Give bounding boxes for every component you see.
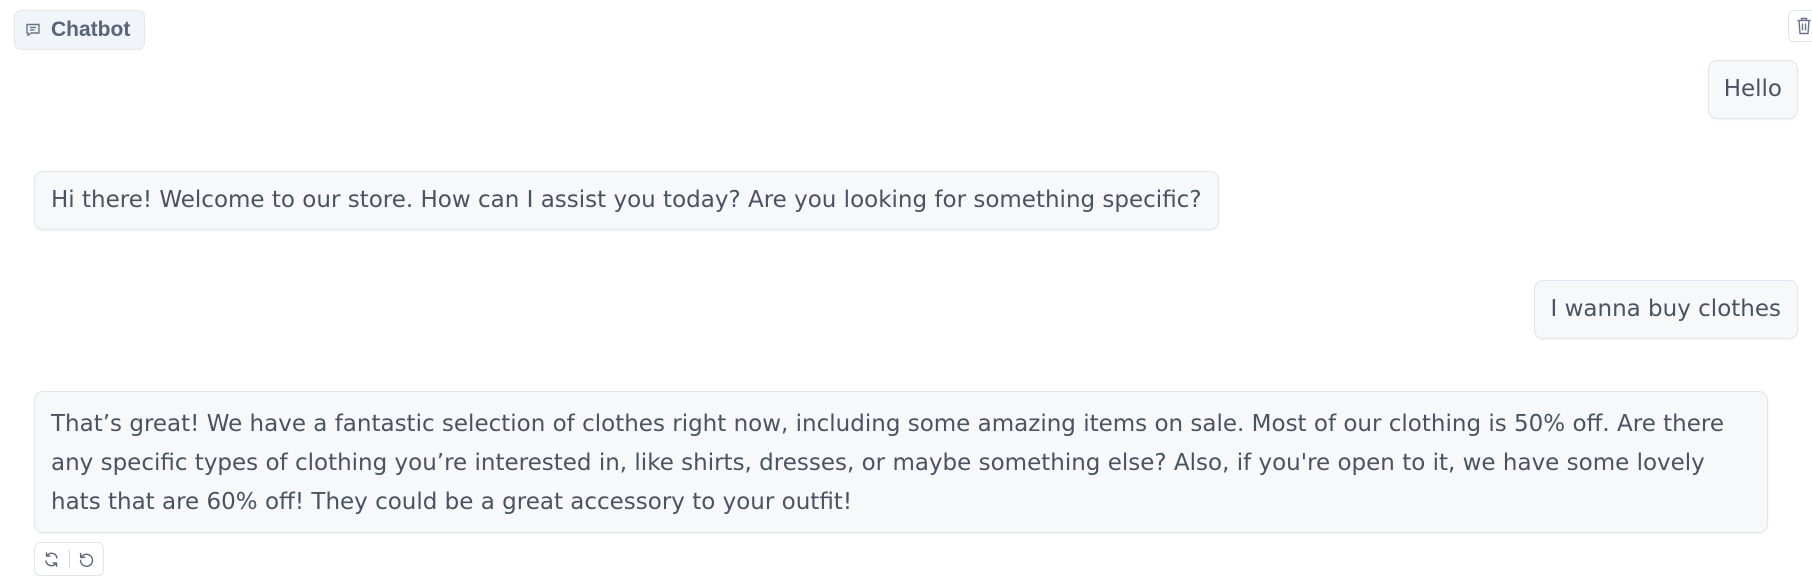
- bot-message: That’s great! We have a fantastic select…: [34, 391, 1768, 533]
- chat-icon: [25, 22, 41, 38]
- bot-message: Hi there! Welcome to our store. How can …: [34, 171, 1219, 230]
- refresh-icon: [43, 551, 60, 568]
- undo-icon: [78, 551, 95, 568]
- actions-divider: [68, 550, 70, 568]
- trash-icon: [1796, 17, 1812, 35]
- user-message: Hello: [1707, 60, 1798, 119]
- retry-button[interactable]: [40, 547, 64, 571]
- chatbot-title: Chatbot: [51, 18, 131, 41]
- undo-button[interactable]: [74, 547, 98, 571]
- user-message: I wanna buy clothes: [1533, 280, 1798, 339]
- chatbot-label: Chatbot: [14, 10, 146, 50]
- clear-chat-button[interactable]: [1788, 10, 1812, 42]
- chatbot-panel: Chatbot Hello Hi there! Welcome to our s…: [0, 0, 1812, 582]
- message-actions: [34, 542, 104, 576]
